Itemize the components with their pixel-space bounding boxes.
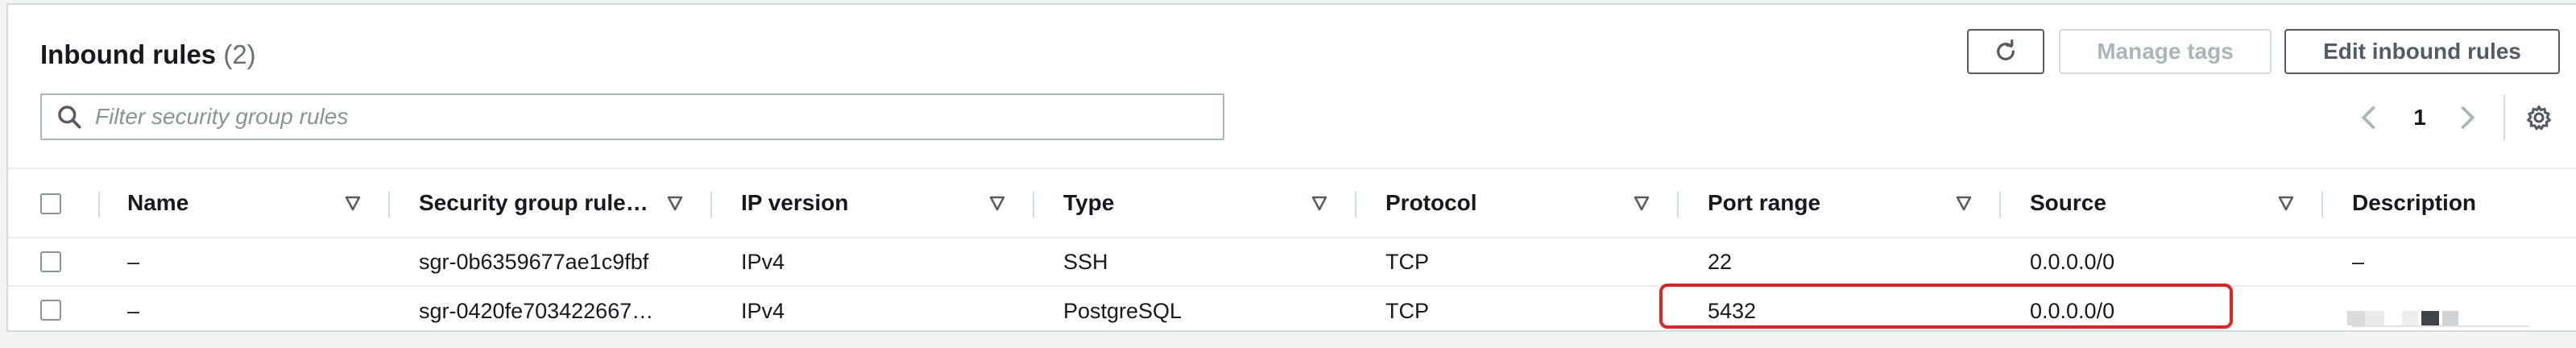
cell-name: – [127, 298, 140, 323]
cell-protocol: TCP [1385, 249, 1429, 274]
cell-ip-version: IPv4 [741, 249, 785, 274]
column-header-source[interactable]: Source [2030, 169, 2106, 237]
rule-count: (2) [223, 39, 256, 69]
cell-type: SSH [1063, 249, 1108, 274]
column-divider [1355, 192, 1356, 218]
sort-triangle-icon[interactable] [2276, 193, 2296, 213]
column-header-name[interactable]: Name [127, 169, 188, 237]
cell-name: – [127, 249, 140, 274]
table-row[interactable]: – sgr-0b6359677ae1c9fbf IPv4 SSH TCP 22 … [8, 238, 2576, 287]
column-divider [1677, 192, 1679, 218]
column-divider [388, 192, 390, 218]
redacted-block [2365, 311, 2384, 325]
sort-triangle-icon[interactable] [1310, 193, 1329, 213]
manage-tags-button[interactable]: Manage tags [2059, 29, 2272, 74]
column-header-ip-version[interactable]: IP version [741, 169, 848, 237]
port-range-annotation-box [1659, 284, 2233, 329]
pagination-divider [2504, 95, 2505, 140]
sort-triangle-icon[interactable] [1632, 193, 1651, 213]
select-all-checkbox[interactable] [40, 193, 61, 214]
panel-title-text: Inbound rules [40, 39, 217, 69]
description-underline [2352, 325, 2529, 327]
cell-rule-id: sgr-0420fe703422667… [419, 298, 654, 323]
column-divider [1999, 192, 2001, 218]
row-checkbox[interactable] [40, 251, 61, 272]
sort-triangle-icon[interactable] [665, 193, 685, 213]
sort-triangle-icon[interactable] [988, 193, 1007, 213]
column-divider [1033, 192, 1034, 218]
search-icon [58, 106, 81, 129]
cell-port-range: 22 [1708, 249, 1733, 274]
column-divider [98, 192, 100, 218]
cell-rule-id: sgr-0b6359677ae1c9fbf [419, 249, 649, 274]
redacted-block [2421, 311, 2439, 325]
column-divider [2321, 192, 2323, 218]
sort-triangle-icon[interactable] [1954, 193, 1973, 213]
cell-description: – [2352, 249, 2365, 274]
column-header-protocol[interactable]: Protocol [1385, 169, 1477, 237]
sort-triangle-icon[interactable] [343, 193, 362, 213]
chevron-left-icon [2361, 106, 2375, 130]
previous-page-button[interactable] [2354, 100, 2383, 135]
column-header-type[interactable]: Type [1063, 169, 1114, 237]
cell-protocol: TCP [1385, 298, 1429, 323]
table-header: Name Security group rule… IP version Typ… [8, 168, 2576, 238]
table-preferences-button[interactable] [2521, 100, 2557, 135]
next-page-button[interactable] [2454, 100, 2483, 135]
filter-search-input[interactable] [93, 103, 1208, 130]
column-header-rule-id[interactable]: Security group rule… [419, 169, 648, 237]
row-checkbox[interactable] [40, 300, 61, 321]
cell-source: 0.0.0.0/0 [2030, 249, 2115, 274]
redacted-block [2347, 311, 2365, 325]
filter-search-box[interactable] [40, 93, 1224, 140]
refresh-button[interactable] [1967, 29, 2044, 74]
cell-ip-version: IPv4 [741, 298, 785, 323]
column-header-description[interactable]: Description [2352, 169, 2476, 237]
edit-inbound-rules-button[interactable]: Edit inbound rules [2284, 29, 2560, 74]
chevron-right-icon [2461, 106, 2475, 130]
column-divider [710, 192, 712, 218]
cell-type: PostgreSQL [1063, 298, 1182, 323]
redacted-block [2402, 311, 2418, 325]
column-header-port-range[interactable]: Port range [1708, 169, 1820, 237]
refresh-icon [1997, 39, 2015, 60]
current-page-number[interactable]: 1 [2404, 100, 2436, 135]
inbound-rules-panel: Inbound rules (2) Manage tags Edit inbou… [6, 3, 2576, 332]
gear-icon [2527, 105, 2551, 130]
redacted-block [2442, 311, 2458, 325]
panel-title: Inbound rules (2) [40, 37, 256, 72]
